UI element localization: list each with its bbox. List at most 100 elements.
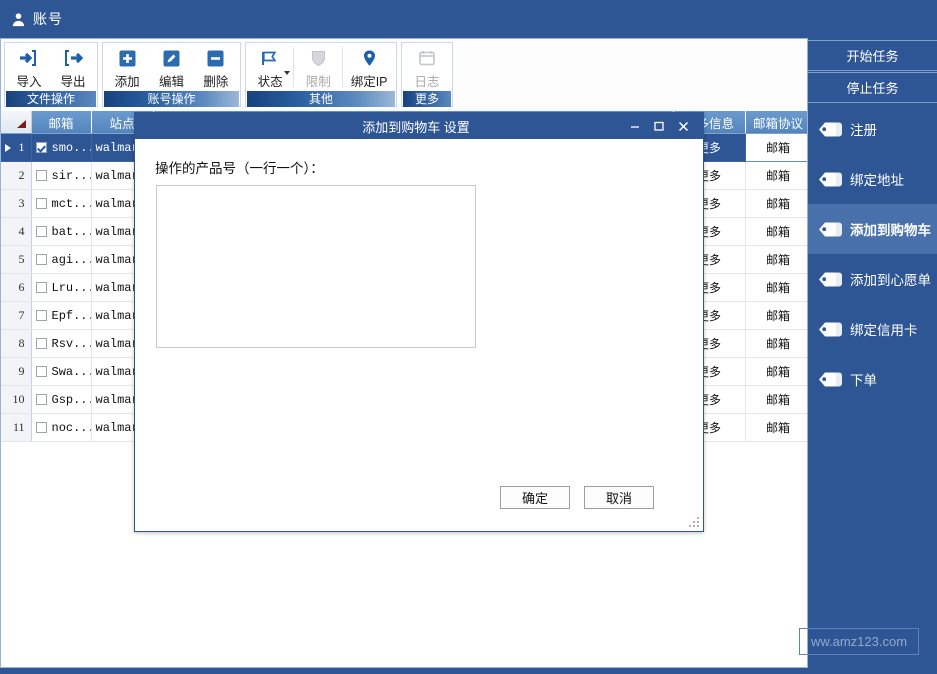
row-checkbox[interactable]	[35, 365, 47, 377]
row-checkbox[interactable]	[35, 225, 47, 237]
email-cell[interactable]: bat...	[31, 217, 92, 246]
product-numbers-label: 操作的产品号（一行一个）：	[155, 161, 324, 176]
chevron-down-icon[interactable]	[284, 71, 291, 75]
plus-square-icon	[118, 46, 137, 70]
start-task-button[interactable]: 开始任务	[808, 40, 937, 71]
email-text: Rsv...	[51, 336, 91, 351]
row-number: 6	[18, 280, 25, 294]
cancel-button[interactable]: 取消	[584, 486, 654, 509]
row-number-cell[interactable]: 9	[1, 357, 32, 386]
email-cell[interactable]: Rsv...	[31, 329, 92, 358]
row-checkbox[interactable]	[35, 337, 47, 349]
row-checkbox[interactable]	[35, 393, 47, 405]
add-button[interactable]: 添加	[105, 43, 149, 91]
row-number-cell[interactable]: 8	[1, 329, 32, 358]
bind-ip-button[interactable]: 绑定IP	[344, 43, 394, 91]
row-checkbox[interactable]	[35, 253, 47, 265]
side-item-5[interactable]: 绑定信用卡	[808, 304, 937, 354]
mail-protocol-cell[interactable]: 邮箱	[745, 245, 807, 274]
bind-ip-label: 绑定IP	[350, 75, 388, 89]
mail-protocol-cell[interactable]: 邮箱	[745, 161, 807, 190]
mail-protocol-cell[interactable]: 邮箱	[745, 357, 807, 386]
side-item-2[interactable]: 绑定地址	[808, 154, 937, 204]
mail-protocol-cell[interactable]: 邮箱	[745, 329, 807, 358]
row-number-cell[interactable]: 3	[1, 189, 32, 218]
mail-protocol-cell[interactable]: 邮箱	[745, 385, 807, 414]
email-text: smo...	[51, 140, 91, 155]
email-text: bat...	[51, 224, 91, 239]
mail-protocol-cell[interactable]: 邮箱	[745, 217, 807, 246]
log-button[interactable]: 日志	[404, 43, 450, 91]
side-item-3[interactable]: 添加到购物车	[808, 204, 937, 254]
grip-dot	[697, 517, 699, 519]
stop-task-button[interactable]: 停止任务	[808, 72, 937, 103]
import-button[interactable]: 导入	[7, 43, 51, 91]
row-checkbox[interactable]	[35, 197, 47, 209]
row-checkbox[interactable]	[35, 281, 47, 293]
resize-grip[interactable]	[689, 517, 700, 528]
minimize-icon[interactable]	[623, 113, 647, 139]
ribbon-group-more: 日志 更多	[401, 42, 453, 107]
email-cell[interactable]: Epf...	[31, 301, 92, 330]
side-item-1[interactable]: 注册	[808, 104, 937, 154]
delete-button[interactable]: 删除	[194, 43, 238, 91]
ribbon-group-file-ops: 导入 导出 文件操作	[4, 42, 98, 107]
email-cell[interactable]: Swa...	[31, 357, 92, 386]
email-text: noc...	[51, 420, 91, 435]
mail-protocol-cell[interactable]: 邮箱	[744, 133, 807, 162]
grid-corner-select-all[interactable]	[1, 111, 32, 134]
row-number: 9	[18, 364, 25, 378]
row-number-cell[interactable]: 1	[1, 133, 32, 162]
restrict-button[interactable]: 限制	[295, 43, 341, 91]
mail-protocol-cell[interactable]: 邮箱	[745, 273, 807, 302]
row-number-cell[interactable]: 4	[1, 217, 32, 246]
row-number-cell[interactable]: 11	[1, 413, 32, 442]
email-cell[interactable]: mct...	[31, 189, 92, 218]
email-text: Lru...	[51, 280, 91, 295]
side-item-4[interactable]: 添加到心愿单	[808, 254, 937, 304]
grip-dot	[697, 525, 699, 527]
row-checkbox[interactable]	[35, 421, 47, 433]
product-numbers-textarea[interactable]	[156, 185, 476, 348]
corner-triangle-icon	[16, 120, 26, 128]
mail-protocol-cell[interactable]: 邮箱	[745, 413, 807, 442]
shield-icon	[310, 46, 327, 70]
mail-protocol-cell[interactable]: 邮箱	[745, 189, 807, 218]
side-item-6[interactable]: 下单	[808, 354, 937, 404]
email-cell[interactable]: Lru...	[31, 273, 92, 302]
email-cell[interactable]: agi...	[31, 245, 92, 274]
email-cell[interactable]: sir...	[31, 161, 92, 190]
import-arrow-icon	[19, 46, 39, 70]
row-number-cell[interactable]: 6	[1, 273, 32, 302]
maximize-icon[interactable]	[647, 113, 671, 139]
row-number-cell[interactable]: 5	[1, 245, 32, 274]
delete-label: 删除	[203, 75, 229, 89]
row-number-cell[interactable]: 2	[1, 161, 32, 190]
watermark-text: ww.amz123.com	[810, 634, 908, 649]
edit-button[interactable]: 编辑	[149, 43, 193, 91]
close-icon[interactable]	[671, 113, 695, 139]
row-checkbox[interactable]	[35, 309, 47, 321]
column-header-email[interactable]: 邮箱	[31, 111, 92, 134]
column-header-mail-protocol[interactable]: 邮箱协议	[745, 111, 807, 134]
calendar-icon	[418, 46, 436, 70]
row-checkbox[interactable]	[35, 141, 47, 153]
mail-protocol-cell[interactable]: 邮箱	[745, 301, 807, 330]
row-number-cell[interactable]: 10	[1, 385, 32, 414]
row-number: 1	[18, 140, 25, 154]
email-text: Epf...	[51, 308, 91, 323]
email-cell[interactable]: smo...	[31, 133, 92, 162]
email-cell[interactable]: noc...	[31, 413, 92, 442]
confirm-button[interactable]: 确定	[500, 486, 570, 509]
email-text: agi...	[51, 252, 91, 267]
row-number: 7	[18, 308, 25, 322]
row-number-cell[interactable]: 7	[1, 301, 32, 330]
row-number: 3	[18, 196, 25, 210]
row-checkbox[interactable]	[35, 169, 47, 181]
row-number: 10	[12, 392, 25, 406]
restrict-label: 限制	[305, 75, 331, 89]
status-button[interactable]: 状态	[248, 43, 292, 91]
side-task-buttons: 开始任务 停止任务	[808, 38, 937, 103]
email-cell[interactable]: Gsp...	[31, 385, 92, 414]
export-button[interactable]: 导出	[51, 43, 95, 91]
